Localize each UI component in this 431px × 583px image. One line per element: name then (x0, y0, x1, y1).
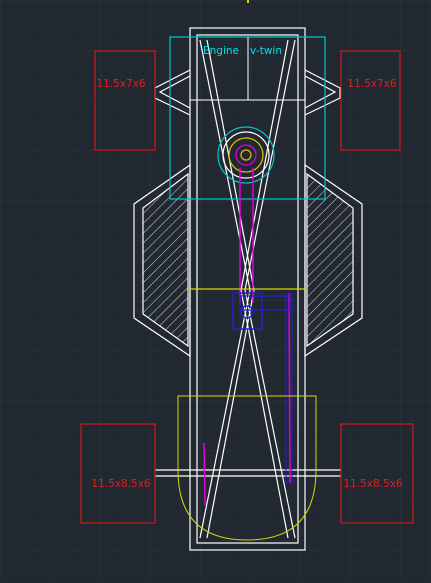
engine-label: Engine (203, 45, 239, 57)
cad-drawing-viewport[interactable]: 11.5x7x6 11.5x7x6 11.5x8.5x6 11.5x8.5x6 … (0, 0, 431, 578)
rear-left-tire-label: 11.5x8.5x6 (91, 478, 151, 490)
kart-layout-drawing: 11.5x7x6 11.5x7x6 11.5x8.5x6 11.5x8.5x6 … (0, 0, 431, 578)
front-left-tire-label: 11.5x7x6 (96, 78, 145, 90)
engine-type-label: v-twin (250, 45, 282, 57)
rear-right-tire-label: 11.5x8.5x6 (343, 478, 403, 490)
front-right-tire-label: 11.5x7x6 (347, 78, 396, 90)
